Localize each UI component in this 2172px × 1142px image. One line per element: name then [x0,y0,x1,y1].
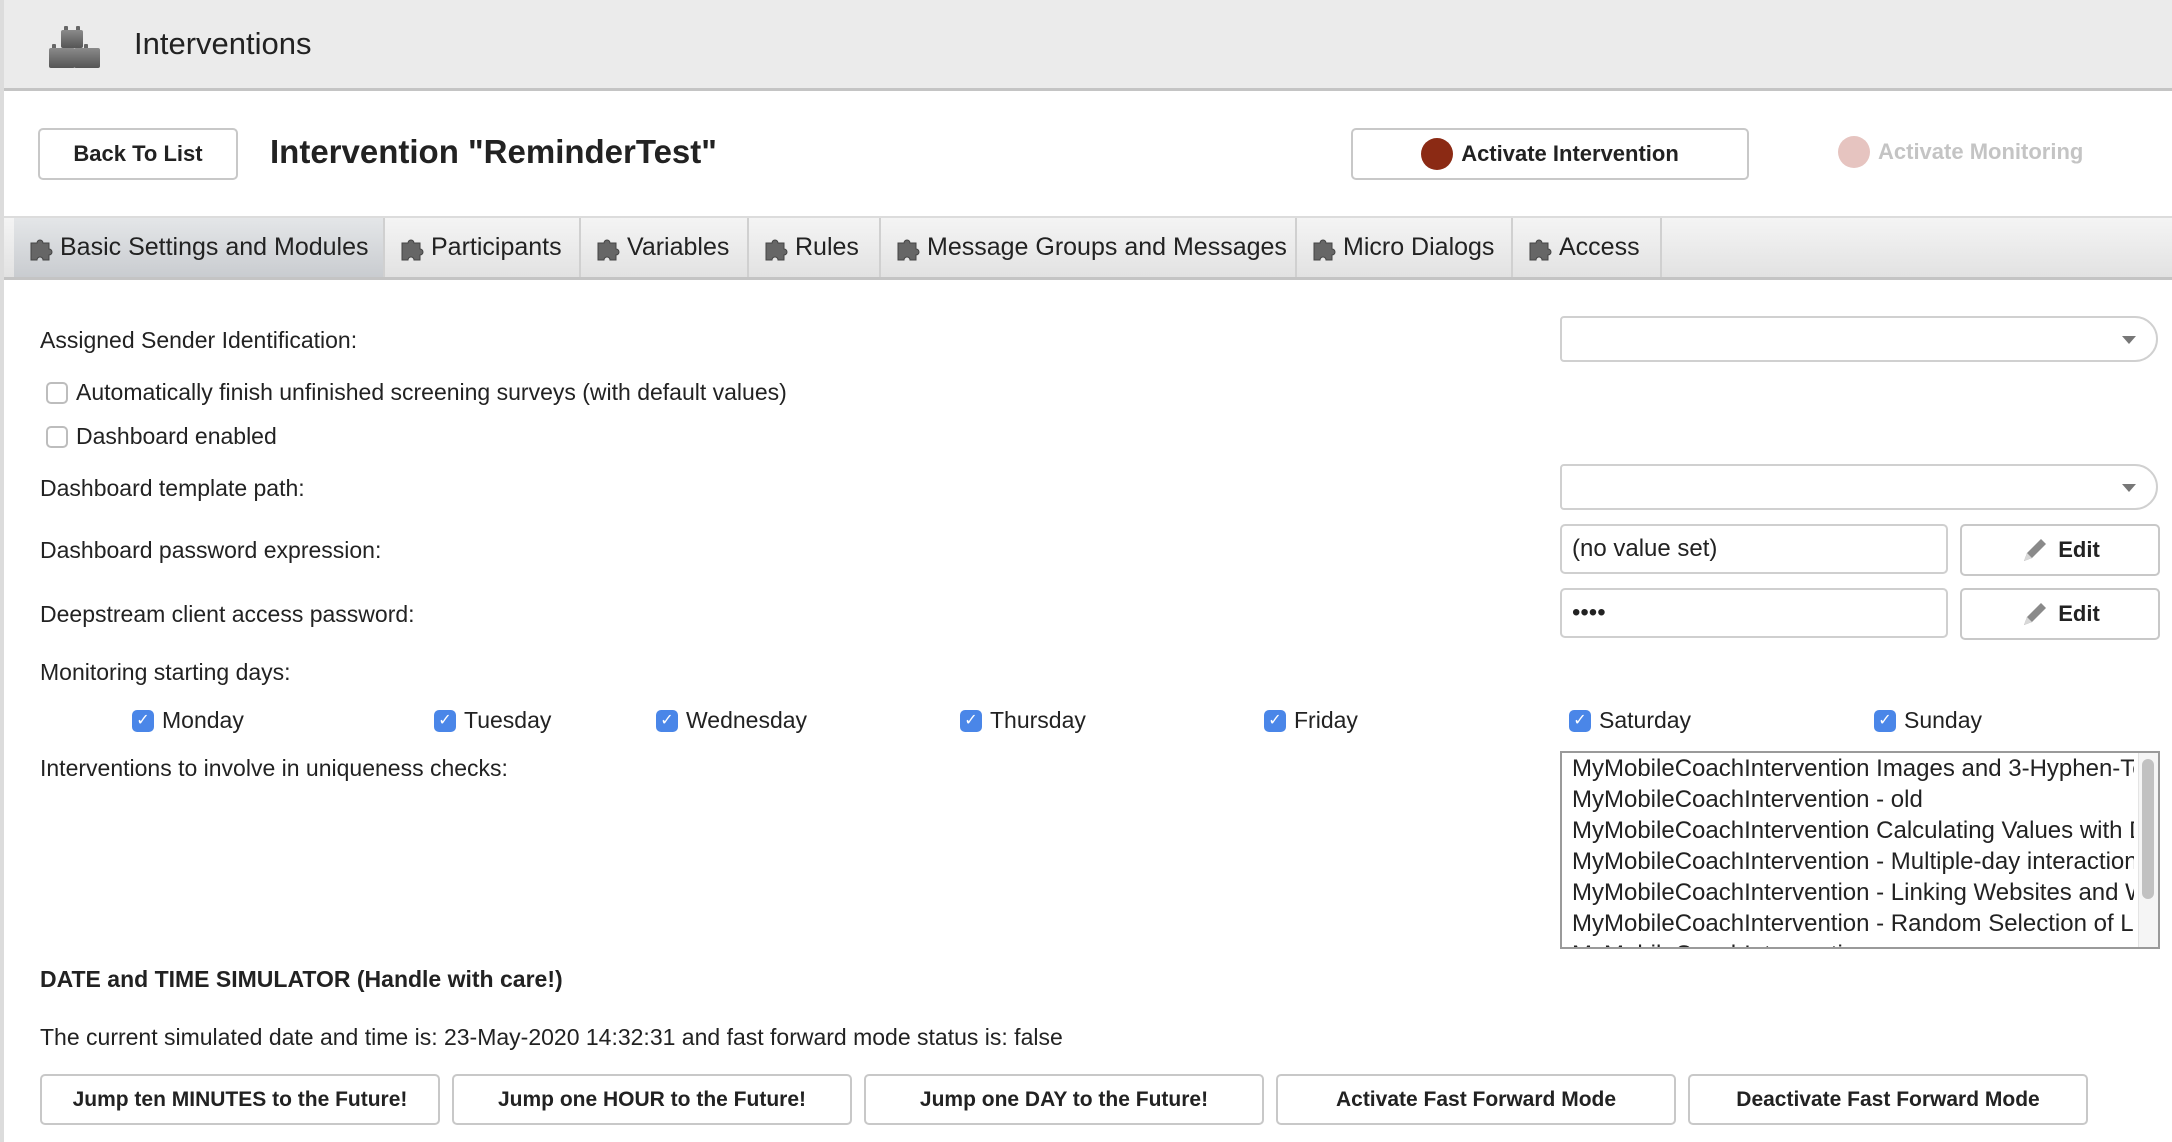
simulator-status: The current simulated date and time is: … [40,1024,1063,1050]
list-item[interactable]: MyMobileCoachIntervention Calculating Va… [1562,815,2134,846]
tab-label: Access [1559,233,1640,261]
day-label: Tuesday [464,707,552,733]
tab-message-groups[interactable]: Message Groups and Messages [881,218,1297,277]
simulator-title: DATE and TIME SIMULATOR (Handle with car… [40,966,563,992]
day-checkbox-monday[interactable]: ✓ [132,710,154,732]
page-left-border [0,0,4,1142]
scrollbar-thumb[interactable] [2142,759,2154,899]
list-item[interactable]: MyMobileCoachIntervention [1562,939,2134,947]
jump-hour-button[interactable]: Jump one HOUR to the Future! [452,1074,852,1125]
app-header: Interventions [4,0,2172,91]
edit-deepstream-password-button[interactable]: Edit [1960,588,2160,640]
stacked-blocks-icon [49,26,100,68]
dashboard-password-field[interactable]: (no value set) [1560,524,1948,574]
status-dot-icon [1421,138,1454,170]
day-checkbox-thursday[interactable]: ✓ [960,710,982,732]
deepstream-password-field[interactable]: •••• [1560,588,1948,638]
tab-label: Basic Settings and Modules [60,233,369,261]
tab-access[interactable]: Access [1513,218,1662,277]
day-checkbox-tuesday[interactable]: ✓ [434,710,456,732]
list-item[interactable]: MyMobileCoachIntervention Images and 3-H… [1562,753,2134,784]
app-title: Interventions [134,26,312,61]
uniqueness-label: Interventions to involve in uniqueness c… [40,755,508,781]
day-checkbox-sunday[interactable]: ✓ [1874,710,1896,732]
auto-finish-checkbox[interactable] [46,382,68,404]
chevron-down-icon [2122,484,2136,492]
chevron-down-icon [2122,336,2136,344]
tab-basic-settings[interactable]: Basic Settings and Modules [14,218,385,277]
activate-monitoring-label: Activate Monitoring [1878,139,2084,164]
puzzle-icon [1313,239,1336,260]
uniqueness-listbox[interactable]: MyMobileCoachIntervention Images and 3-H… [1560,751,2160,949]
day-label: Sunday [1904,707,1983,733]
jump-day-button[interactable]: Jump one DAY to the Future! [864,1074,1264,1125]
list-item[interactable]: MyMobileCoachIntervention - Linking Webs… [1562,877,2134,908]
tab-label: Participants [431,233,562,261]
day-checkbox-wednesday[interactable]: ✓ [656,710,678,732]
puzzle-icon [897,239,920,260]
list-item[interactable]: MyMobileCoachIntervention - Multiple-day… [1562,846,2134,877]
day-label: Saturday [1599,707,1692,733]
status-dot-icon [1838,136,1870,168]
day-checkbox-saturday[interactable]: ✓ [1569,710,1591,732]
tab-variables[interactable]: Variables [581,218,749,277]
tab-participants[interactable]: Participants [385,218,581,277]
page-title: Intervention "ReminderTest" [270,133,717,170]
deepstream-password-label: Deepstream client access password: [40,601,415,627]
puzzle-icon [597,239,620,260]
auto-finish-label: Automatically finish unfinished screenin… [76,379,787,405]
tab-rules[interactable]: Rules [749,218,881,277]
monitoring-days-label: Monitoring starting days: [40,659,291,685]
tab-label: Rules [795,233,859,261]
edit-label: Edit [2058,601,2100,626]
dashboard-password-label: Dashboard password expression: [40,537,382,563]
sender-id-label: Assigned Sender Identification: [40,327,358,353]
edit-label: Edit [2058,537,2100,562]
pencil-icon [2024,539,2047,561]
activate-intervention-button[interactable]: Activate Intervention [1351,128,1749,180]
pencil-icon [2024,603,2047,625]
jump-minutes-button[interactable]: Jump ten MINUTES to the Future! [40,1074,440,1125]
listbox-scrollbar[interactable] [2138,753,2158,947]
day-label: Friday [1294,707,1358,733]
tab-bar: Basic Settings and Modules Participants … [4,216,2172,280]
puzzle-icon [1529,239,1552,260]
tab-label: Micro Dialogs [1343,233,1495,261]
dashboard-template-select[interactable] [1560,464,2158,510]
day-label: Monday [162,707,244,733]
day-checkbox-friday[interactable]: ✓ [1264,710,1286,732]
activate-monitoring-button[interactable]: Activate Monitoring [1838,136,2083,168]
activate-intervention-label: Activate Intervention [1461,141,1679,166]
puzzle-icon [401,239,424,260]
back-to-list-button[interactable]: Back To List [38,128,238,180]
day-label: Wednesday [686,707,808,733]
dashboard-template-label: Dashboard template path: [40,475,305,501]
list-item[interactable]: MyMobileCoachIntervention - Random Selec… [1562,908,2134,939]
activate-fast-forward-button[interactable]: Activate Fast Forward Mode [1276,1074,1676,1125]
deactivate-fast-forward-button[interactable]: Deactivate Fast Forward Mode [1688,1074,2088,1125]
dashboard-enabled-checkbox[interactable] [46,426,68,448]
tab-micro-dialogs[interactable]: Micro Dialogs [1297,218,1513,277]
dashboard-enabled-label: Dashboard enabled [76,423,277,449]
tab-label: Message Groups and Messages [927,233,1287,261]
puzzle-icon [30,239,53,260]
puzzle-icon [765,239,788,260]
sender-id-select[interactable] [1560,316,2158,362]
tab-label: Variables [627,233,730,261]
day-label: Thursday [990,707,1086,733]
list-item[interactable]: MyMobileCoachIntervention - old [1562,784,2134,815]
edit-dashboard-password-button[interactable]: Edit [1960,524,2160,576]
